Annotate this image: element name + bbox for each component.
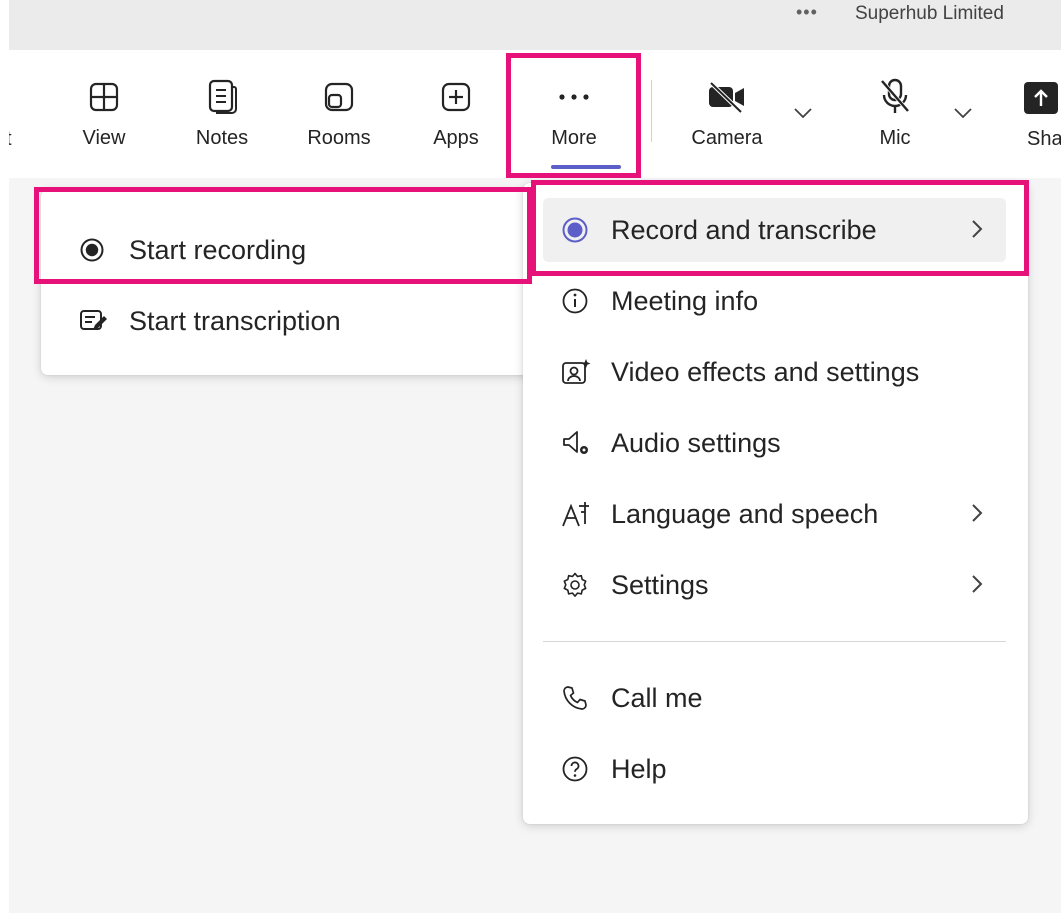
settings-item[interactable]: Settings [543, 553, 1006, 617]
rooms-button[interactable]: Rooms [299, 50, 379, 178]
toolbar-divider [651, 80, 652, 142]
language-and-speech-item[interactable]: Language and speech [543, 482, 1006, 546]
rooms-label: Rooms [307, 127, 371, 149]
help-icon [543, 755, 601, 783]
mic-label: Mic [879, 127, 911, 149]
meeting-info-item[interactable]: Meeting info [543, 269, 1006, 333]
more-selected-indicator [551, 165, 621, 169]
meeting-toolbar: t View Notes Rooms Apps [9, 50, 1061, 178]
view-button[interactable]: View [71, 50, 137, 178]
notes-label: Notes [195, 127, 249, 149]
gear-icon [543, 571, 601, 599]
record-submenu: Start recording Start transcription [41, 190, 546, 375]
record-icon [543, 216, 601, 244]
help-label: Help [611, 753, 667, 784]
notes-icon [206, 77, 238, 117]
more-horizontal-icon[interactable]: ••• [796, 2, 818, 23]
audio-settings-label: Audio settings [611, 427, 781, 458]
mic-options-chevron-icon[interactable] [953, 106, 973, 120]
clipped-toolbar-label[interactable]: t [9, 128, 12, 151]
notes-button[interactable]: Notes [187, 50, 257, 178]
video-effects-item[interactable]: Video effects and settings [543, 340, 1006, 404]
more-horizontal-icon [556, 77, 592, 117]
settings-label: Settings [611, 569, 709, 600]
audio-settings-item[interactable]: Audio settings [543, 411, 1006, 475]
video-effects-icon [543, 358, 601, 386]
chevron-right-icon [972, 504, 983, 522]
phone-icon [543, 684, 601, 712]
more-menu: Record and transcribe Meeting info Video… [523, 183, 1028, 824]
start-recording-item[interactable]: Start recording [61, 218, 524, 282]
info-icon [543, 287, 601, 315]
view-label: View [82, 127, 126, 149]
grid-layout-icon [88, 77, 120, 117]
record-and-transcribe-label: Record and transcribe [611, 214, 877, 245]
more-button[interactable]: More [541, 50, 607, 178]
transcript-icon [61, 308, 119, 334]
language-and-speech-label: Language and speech [611, 498, 879, 529]
share-icon [1024, 82, 1058, 114]
language-icon [543, 500, 601, 528]
add-app-icon [440, 77, 472, 117]
apps-button[interactable]: Apps [423, 50, 489, 178]
start-transcription-label: Start transcription [129, 305, 341, 336]
menu-divider [543, 641, 1006, 642]
meeting-info-label: Meeting info [611, 285, 759, 316]
title-bar: ••• Superhub Limited [9, 0, 1061, 50]
camera-button[interactable]: Camera [681, 50, 773, 178]
mic-off-icon [878, 77, 912, 117]
help-item[interactable]: Help [543, 737, 1006, 801]
share-button[interactable]: Share [1021, 50, 1061, 178]
start-recording-label: Start recording [129, 234, 307, 265]
record-dot-icon [61, 237, 119, 263]
apps-label: Apps [433, 127, 479, 149]
video-effects-label: Video effects and settings [611, 356, 920, 387]
mic-button[interactable]: Mic [859, 50, 931, 178]
call-me-item[interactable]: Call me [543, 666, 1006, 730]
more-label: More [551, 127, 597, 149]
camera-options-chevron-icon[interactable] [793, 106, 813, 120]
audio-settings-icon [543, 429, 601, 457]
call-me-label: Call me [611, 682, 703, 713]
camera-label: Camera [691, 127, 763, 149]
share-label: Share [1027, 128, 1061, 150]
start-transcription-item[interactable]: Start transcription [61, 289, 524, 353]
rooms-icon [323, 77, 355, 117]
chevron-right-icon [972, 575, 983, 593]
record-and-transcribe-item[interactable]: Record and transcribe [543, 198, 1006, 262]
camera-off-icon [707, 77, 747, 117]
chevron-right-icon [972, 220, 983, 238]
organization-name[interactable]: Superhub Limited [855, 3, 1004, 25]
